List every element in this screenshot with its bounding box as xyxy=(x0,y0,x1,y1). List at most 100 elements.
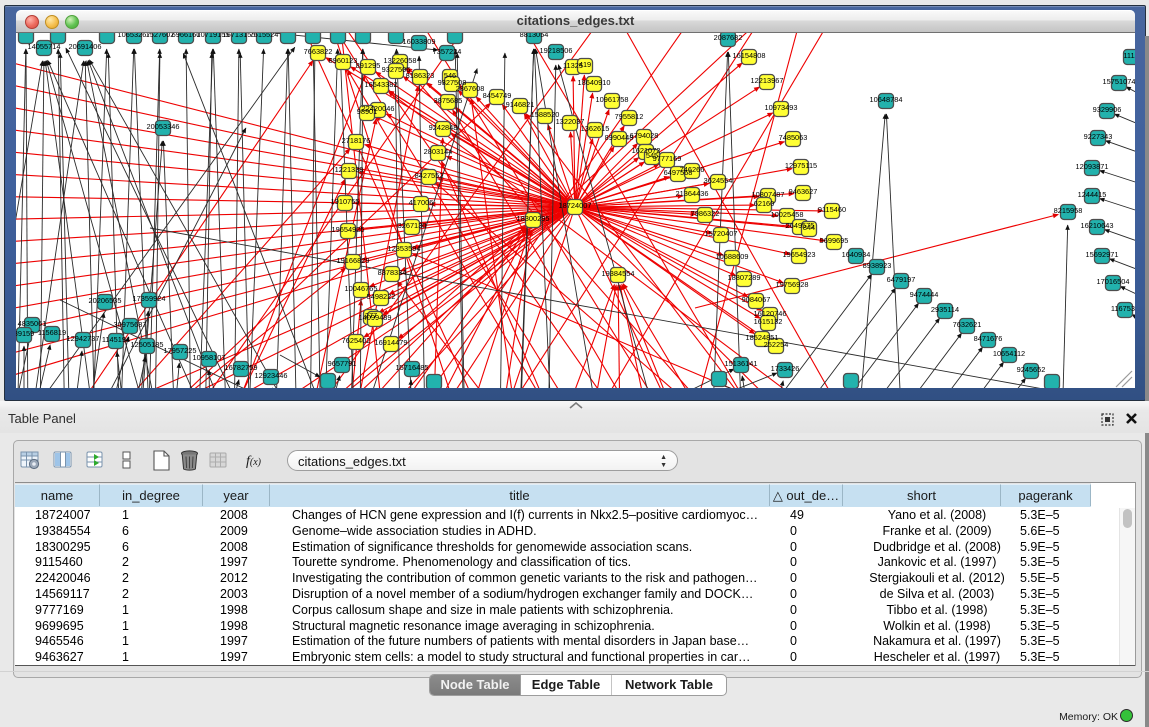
svg-text:17957225: 17957225 xyxy=(164,346,197,355)
svg-text:3267130: 3267130 xyxy=(398,221,427,230)
svg-text:2087682: 2087682 xyxy=(714,33,743,42)
svg-text:15692971: 15692971 xyxy=(1086,250,1119,259)
svg-text:1221338: 1221338 xyxy=(335,165,364,174)
svg-text:12505185: 12505185 xyxy=(131,340,164,349)
svg-text:18640910: 18640910 xyxy=(578,78,611,87)
svg-text:19384554: 19384554 xyxy=(602,269,635,278)
svg-text:15716485: 15716485 xyxy=(396,363,429,372)
svg-text:17359924: 17359924 xyxy=(133,294,166,303)
svg-text:10025458: 10025458 xyxy=(771,210,804,219)
svg-text:10807487: 10807487 xyxy=(752,190,785,199)
svg-text:8813054: 8813054 xyxy=(520,33,549,39)
svg-text:10961758: 10961758 xyxy=(596,95,629,104)
svg-text:16543382: 16543382 xyxy=(365,80,398,89)
svg-text:417006: 417006 xyxy=(409,198,434,207)
svg-text:20053346: 20053346 xyxy=(147,122,180,131)
svg-text:9657791: 9657791 xyxy=(328,359,357,368)
svg-text:16154808: 16154808 xyxy=(733,51,766,60)
svg-text:2803144: 2803144 xyxy=(424,147,453,156)
svg-text:9242848: 9242848 xyxy=(429,123,458,132)
svg-text:19166829: 19166829 xyxy=(337,256,370,265)
svg-text:8471676: 8471676 xyxy=(974,334,1003,343)
svg-text:8427552: 8427552 xyxy=(415,171,444,180)
svg-text:3875685: 3875685 xyxy=(434,96,463,105)
svg-text:7357224: 7357224 xyxy=(433,47,462,56)
svg-text:12942737: 12942737 xyxy=(67,334,100,343)
svg-text:2718176: 2718176 xyxy=(342,136,371,145)
svg-text:6794028: 6794028 xyxy=(630,131,659,140)
svg-text:1145194: 1145194 xyxy=(102,335,130,344)
svg-text:9463627: 9463627 xyxy=(789,187,818,196)
svg-text:20691406: 20691406 xyxy=(69,42,102,51)
svg-text:9329906: 9329906 xyxy=(1093,105,1122,114)
svg-text:7515524: 7515524 xyxy=(250,33,279,39)
svg-text:16033809: 16033809 xyxy=(403,37,436,46)
svg-text:12353594: 12353594 xyxy=(388,244,421,253)
svg-text:9084067: 9084067 xyxy=(742,295,771,304)
svg-text:10958107: 10958107 xyxy=(193,353,226,362)
svg-text:8960123: 8960123 xyxy=(329,56,358,65)
svg-text:2935114: 2935114 xyxy=(931,305,959,314)
svg-text:8938923: 8938923 xyxy=(863,261,892,270)
svg-text:62160: 62160 xyxy=(754,199,775,208)
svg-text:7955812: 7955812 xyxy=(615,112,644,121)
svg-text:12923446: 12923446 xyxy=(255,371,288,380)
svg-text:12975115: 12975115 xyxy=(785,161,817,170)
svg-text:19218506: 19218506 xyxy=(540,46,573,55)
svg-text:8215958: 8215958 xyxy=(1054,206,1083,215)
svg-text:7986322: 7986322 xyxy=(691,209,720,218)
svg-text:19756928: 19756928 xyxy=(776,280,809,289)
svg-text:2867608: 2867608 xyxy=(456,84,485,93)
svg-text:5498222: 5498222 xyxy=(367,292,396,301)
svg-text:7632621: 7632621 xyxy=(953,320,982,329)
svg-text:6479197: 6479197 xyxy=(887,275,916,284)
svg-text:891295: 891295 xyxy=(356,61,381,70)
svg-text:30975687: 30975687 xyxy=(114,320,147,329)
svg-text:844: 844 xyxy=(803,223,815,232)
svg-text:9777169: 9777169 xyxy=(653,154,682,163)
svg-text:10973493: 10973493 xyxy=(765,103,798,112)
svg-text:252254: 252254 xyxy=(764,340,789,349)
svg-text:98901: 98901 xyxy=(357,107,378,116)
svg-text:7485063: 7485063 xyxy=(779,133,808,142)
svg-text:10654112: 10654112 xyxy=(993,349,1025,358)
svg-text:1156819: 1156819 xyxy=(38,328,66,337)
svg-text:1615132: 1615132 xyxy=(754,317,783,326)
svg-text:9699695: 9699695 xyxy=(820,236,849,245)
svg-text:18724007: 18724007 xyxy=(559,201,592,210)
svg-text:19654923: 19654923 xyxy=(783,250,816,259)
svg-text:1733426: 1733426 xyxy=(771,364,800,373)
svg-text:9474444: 9474444 xyxy=(910,290,939,299)
svg-text:20206535: 20206535 xyxy=(89,296,122,305)
svg-text:9146821: 9146821 xyxy=(506,100,535,109)
svg-text:4835061: 4835061 xyxy=(18,319,47,328)
svg-text:9115460: 9115460 xyxy=(818,205,846,214)
svg-text:7663822: 7663822 xyxy=(304,47,333,56)
svg-text:10688609: 10688609 xyxy=(716,252,749,261)
svg-text:9245652: 9245652 xyxy=(1017,365,1046,374)
svg-text:746266: 746266 xyxy=(680,165,705,174)
svg-text:12093871: 12093871 xyxy=(1076,162,1109,171)
svg-text:8878334: 8878334 xyxy=(378,268,407,277)
svg-text:1527602: 1527602 xyxy=(146,33,175,39)
svg-text:f(x): f(x) xyxy=(246,454,262,469)
svg-text:15136141: 15136141 xyxy=(725,359,758,368)
svg-text:13226058: 13226058 xyxy=(384,56,417,65)
svg-text:419: 419 xyxy=(579,60,591,69)
svg-text:17016504: 17016504 xyxy=(1097,277,1130,286)
svg-text:15720407: 15720407 xyxy=(705,229,738,238)
svg-text:12213967: 12213967 xyxy=(751,76,784,85)
svg-text:7625402: 7625402 xyxy=(342,336,371,345)
svg-text:1910755: 1910755 xyxy=(331,197,360,206)
svg-text:19654925: 19654925 xyxy=(332,225,365,234)
svg-text:16210643: 16210643 xyxy=(1081,221,1114,230)
svg-text:14055714: 14055714 xyxy=(28,42,61,51)
svg-text:1112: 1112 xyxy=(1123,51,1135,60)
svg-text:8454749: 8454749 xyxy=(483,91,512,100)
svg-text:18300295: 18300295 xyxy=(517,214,550,223)
svg-text:14099489: 14099489 xyxy=(359,313,392,322)
svg-text:1167533: 1167533 xyxy=(1111,304,1135,313)
svg-text:39159: 39159 xyxy=(16,329,34,338)
svg-text:1362615: 1362615 xyxy=(581,124,610,133)
svg-text:10648784: 10648784 xyxy=(870,95,903,104)
